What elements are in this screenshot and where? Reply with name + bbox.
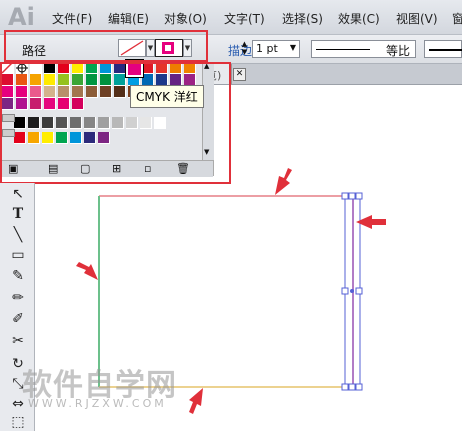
highlight-box-control bbox=[4, 30, 208, 62]
highlight-box-swatches bbox=[0, 62, 231, 184]
watermark-url: WWW.RJZXW.COM bbox=[28, 397, 167, 410]
arrow-top-icon bbox=[275, 168, 292, 195]
selection-tool-icon[interactable]: ↖ bbox=[9, 185, 27, 203]
scissors-tool-icon[interactable]: ✂ bbox=[9, 332, 27, 350]
type-tool-icon[interactable]: T bbox=[9, 205, 27, 223]
arrow-bottom-icon bbox=[189, 388, 203, 414]
paintbrush-tool-icon[interactable]: ✎ bbox=[9, 267, 27, 285]
pencil-tool-icon[interactable]: ✏ bbox=[9, 289, 27, 307]
arrow-left-icon bbox=[76, 262, 98, 280]
free-transform-icon[interactable]: ⬚ bbox=[9, 413, 27, 431]
center-point bbox=[350, 289, 354, 293]
rectangle-tool-icon[interactable]: ▭ bbox=[9, 246, 27, 264]
line-tool-icon[interactable]: ╲ bbox=[9, 226, 27, 244]
blob-brush-icon[interactable]: ✐ bbox=[9, 310, 27, 328]
